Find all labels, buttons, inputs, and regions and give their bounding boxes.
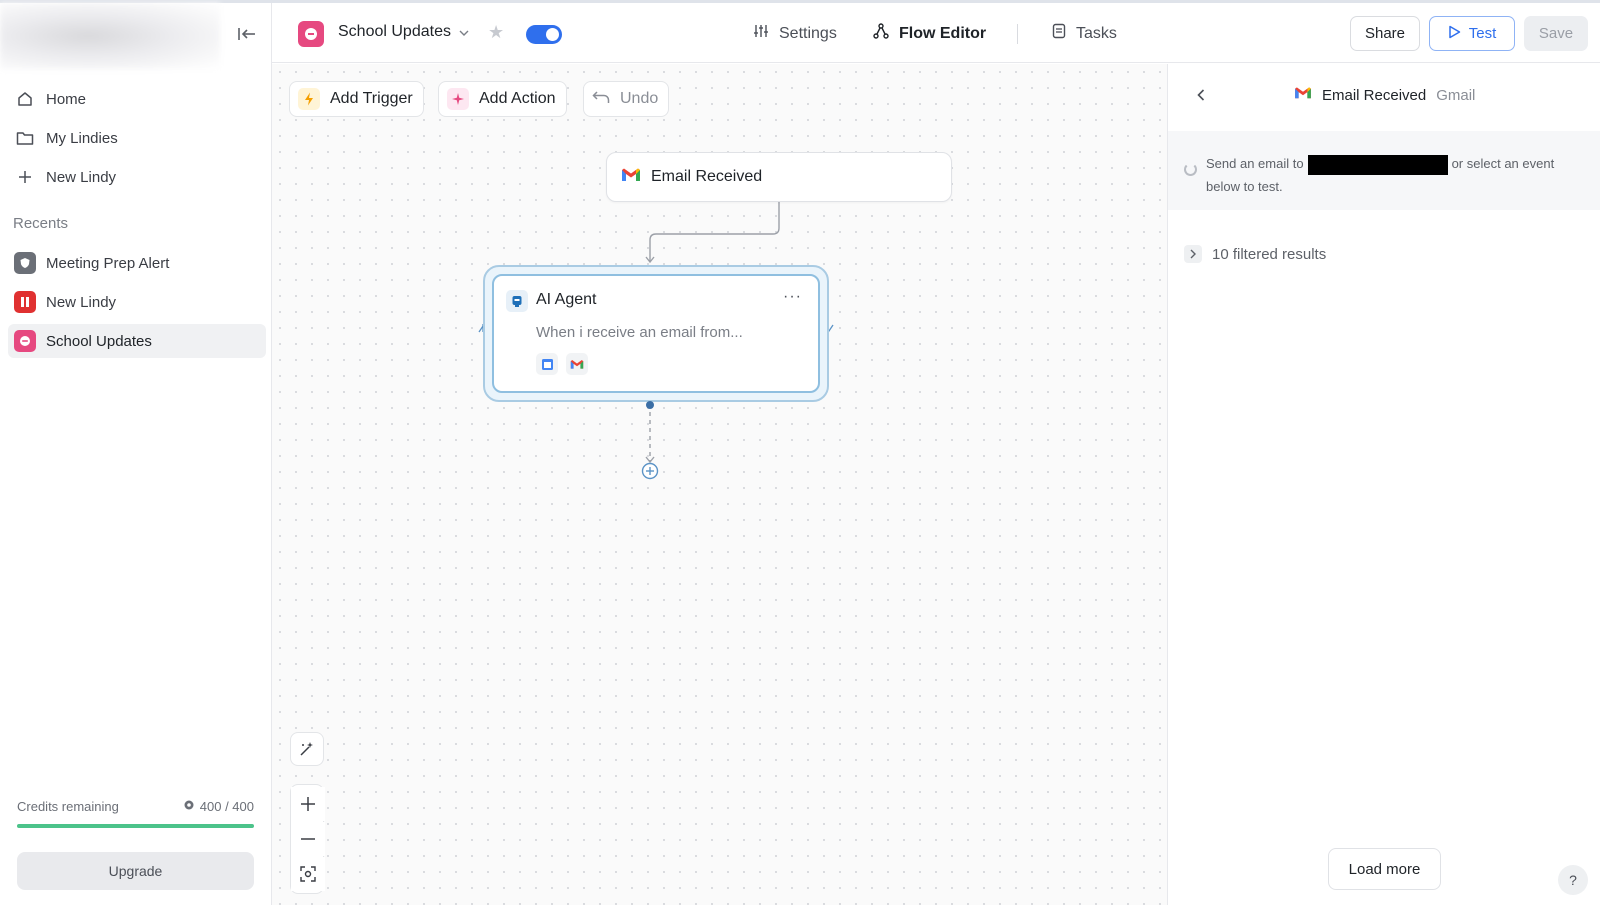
- sidebar-item-my-lindies[interactable]: My Lindies: [8, 121, 266, 155]
- recents-heading: Recents: [13, 215, 69, 232]
- home-icon: [14, 88, 36, 110]
- flow-canvas[interactable]: Add Trigger Add Action Undo Email Receiv…: [272, 64, 1167, 905]
- panel-subtitle: Gmail: [1436, 86, 1476, 104]
- agent-node-description: When i receive an email from...: [536, 324, 743, 341]
- minus-circle-app-icon: [14, 330, 36, 352]
- agent-node-title: AI Agent: [536, 291, 597, 308]
- output-handle-dot[interactable]: [640, 395, 660, 415]
- tab-tasks[interactable]: Tasks: [1052, 23, 1117, 44]
- gmail-icon: [566, 353, 588, 375]
- fit-view-icon[interactable]: [291, 857, 325, 891]
- test-instructions-text: Send an email to or select an event below…: [1206, 152, 1586, 198]
- calendar-icon: [536, 353, 558, 375]
- tab-flow-editor[interactable]: Flow Editor: [873, 23, 986, 44]
- credits-progress-fill: [17, 824, 254, 828]
- zoom-in-icon[interactable]: [291, 787, 325, 821]
- sidebar: Home My Lindies New Lindy Recents Meetin…: [0, 3, 272, 905]
- tab-label: Tasks: [1076, 24, 1117, 42]
- sidebar-item-label: Home: [46, 90, 87, 108]
- tab-settings[interactable]: Settings: [753, 23, 837, 44]
- pause-app-icon: [14, 291, 36, 313]
- agent-node[interactable]: AI Agent ··· When i receive an email fro…: [492, 274, 820, 393]
- top-bar: School Updates ★ Settings Flow Editor Ta…: [272, 3, 1600, 63]
- test-label: Test: [1468, 25, 1497, 42]
- sidebar-item-label: New Lindy: [46, 168, 117, 186]
- collapse-sidebar-icon[interactable]: [236, 23, 258, 45]
- sidebar-item-label: New Lindy: [46, 293, 117, 311]
- share-button[interactable]: Share: [1350, 16, 1420, 51]
- credits-count: 400 / 400: [199, 799, 254, 814]
- panel-title-text: Email Received: [1322, 86, 1427, 104]
- folder-icon: [14, 127, 36, 149]
- flow-icon: [873, 23, 889, 44]
- zoom-controls: [290, 784, 325, 894]
- sidebar-item-label: School Updates: [46, 332, 152, 350]
- gmail-icon: [1294, 86, 1312, 104]
- sidebar-item-new-lindy[interactable]: New Lindy: [8, 160, 266, 194]
- info-text-before: Send an email to: [1206, 156, 1304, 171]
- tab-label: Flow Editor: [899, 24, 987, 42]
- credits-label: Credits remaining: [17, 799, 119, 814]
- trigger-node-title: Email Received: [651, 168, 763, 185]
- shield-app-icon: [14, 252, 36, 274]
- chevron-right-icon: [1184, 245, 1202, 263]
- sidebar-item-home[interactable]: Home: [8, 82, 266, 116]
- filtered-results-label: 10 filtered results: [1212, 245, 1327, 263]
- sidebar-item-label: My Lindies: [46, 129, 118, 147]
- plus-icon: [14, 166, 36, 188]
- robot-icon: [506, 290, 528, 312]
- sliders-icon: [753, 23, 769, 44]
- back-chevron-icon[interactable]: [1190, 84, 1212, 106]
- trigger-node-email-received[interactable]: Email Received: [606, 152, 952, 202]
- recent-item-meeting-prep-alert[interactable]: Meeting Prep Alert: [8, 246, 266, 280]
- credits-gear-icon: [183, 799, 195, 814]
- workspace-logo-blurred[interactable]: [0, 3, 220, 69]
- trigger-test-panel: Email Received Gmail Send an email to or …: [1167, 64, 1600, 905]
- tasks-icon: [1052, 23, 1066, 44]
- lindy-avatar-icon: [298, 21, 324, 47]
- panel-title: Email Received Gmail: [1294, 86, 1475, 104]
- credits-progress-bar: [17, 824, 254, 828]
- tab-label: Settings: [779, 24, 837, 42]
- redacted-email-address: [1307, 154, 1448, 175]
- add-step-plus-icon[interactable]: [641, 462, 659, 480]
- zoom-out-icon[interactable]: [291, 822, 325, 856]
- upgrade-button[interactable]: Upgrade: [17, 852, 254, 890]
- save-button[interactable]: Save: [1524, 16, 1588, 51]
- sidebar-item-label: Meeting Prep Alert: [46, 254, 170, 272]
- loading-spinner-icon: [1184, 163, 1197, 176]
- recent-item-new-lindy[interactable]: New Lindy: [8, 285, 266, 319]
- chevron-down-icon: [459, 23, 469, 41]
- auto-layout-wand-icon[interactable]: [290, 732, 324, 766]
- recent-item-school-updates[interactable]: School Updates: [8, 324, 266, 358]
- lindy-name-dropdown[interactable]: School Updates: [338, 23, 469, 41]
- gmail-icon: [621, 167, 641, 188]
- lindy-name: School Updates: [338, 23, 451, 40]
- credits-value: 400 / 400: [183, 799, 254, 814]
- favorite-star-icon[interactable]: ★: [488, 22, 504, 43]
- filtered-results-toggle[interactable]: 10 filtered results: [1184, 245, 1326, 263]
- test-button[interactable]: Test: [1429, 16, 1515, 51]
- play-icon: [1448, 25, 1461, 43]
- enable-toggle[interactable]: [526, 25, 562, 44]
- help-button[interactable]: ?: [1558, 865, 1588, 895]
- header-divider: [1017, 24, 1018, 44]
- load-more-button[interactable]: Load more: [1328, 848, 1441, 890]
- more-options-icon[interactable]: ···: [783, 288, 802, 306]
